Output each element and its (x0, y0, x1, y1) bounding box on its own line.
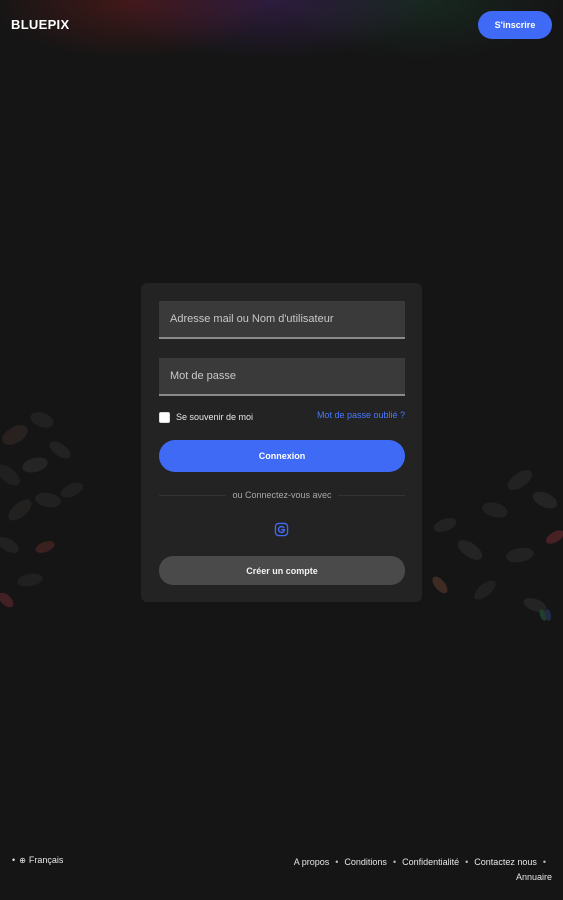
footer-link-contact[interactable]: Contactez nous (474, 857, 537, 867)
remember-row: Se souvenir de moi Mot de passe oublié ? (159, 410, 405, 424)
login-card: Se souvenir de moi Mot de passe oublié ?… (141, 283, 422, 602)
login-button[interactable]: Connexion (159, 440, 405, 472)
footer-link-privacy[interactable]: Confidentialité (402, 857, 459, 867)
divider-line-right (337, 494, 405, 496)
social-divider: ou Connectez-vous avec (159, 489, 405, 501)
footer-bullet: • (12, 855, 16, 865)
remember-label[interactable]: Se souvenir de moi (176, 412, 253, 422)
google-icon (274, 522, 289, 537)
divider-line-left (159, 494, 227, 496)
signup-button[interactable]: S'inscrire (478, 11, 552, 39)
footer-separator: • (392, 857, 397, 867)
footer-link-terms[interactable]: Conditions (344, 857, 387, 867)
globe-icon: ⊕ (19, 855, 26, 865)
password-field[interactable] (159, 358, 405, 396)
create-account-button[interactable]: Créer un compte (159, 556, 405, 585)
footer-link-about[interactable]: A propos (294, 857, 330, 867)
footer-separator: • (465, 857, 469, 867)
divider-text: ou Connectez-vous avec (232, 490, 332, 500)
top-bar: BLUEPIX S'inscrire (0, 0, 563, 50)
footer-separator: • (542, 857, 546, 867)
remember-checkbox[interactable] (159, 411, 170, 423)
language-label[interactable]: Français (29, 855, 64, 865)
decorative-leaves-left (0, 412, 84, 608)
decorative-leaves-right (432, 470, 563, 621)
email-input[interactable] (159, 301, 405, 337)
language-selector[interactable]: • ⊕ Français (12, 855, 63, 865)
brand-logo[interactable]: BLUEPIX (11, 17, 69, 32)
footer-separator: • (335, 857, 339, 867)
password-input[interactable] (159, 358, 405, 394)
footer-link-directory[interactable]: Annuaire (516, 872, 552, 882)
forgot-password-link[interactable]: Mot de passe oublié ? (317, 410, 405, 420)
google-login-button[interactable] (273, 521, 290, 538)
footer-links: A propos • Conditions • Confidentialité • Cont… (252, 855, 552, 885)
email-field[interactable] (159, 301, 405, 339)
